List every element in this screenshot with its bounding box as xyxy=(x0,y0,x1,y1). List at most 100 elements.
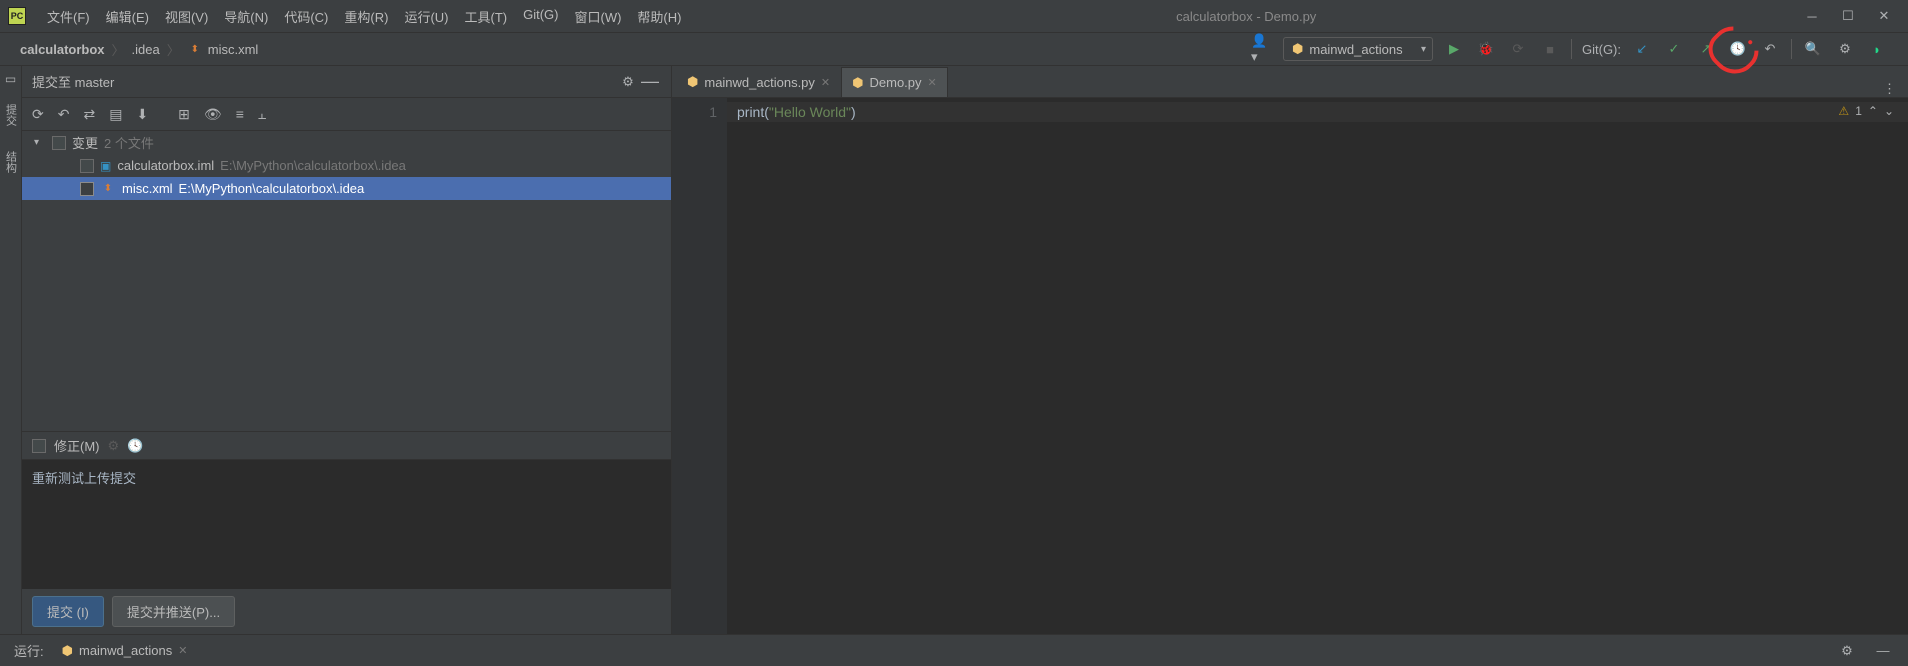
xml-file-icon: ⬍ xyxy=(100,181,116,197)
chevron-down-icon[interactable]: ▾ xyxy=(34,137,46,148)
navigation-bar: calculatorbox 〉 .idea 〉 ⬍ misc.xml 👤▾ ⬢ … xyxy=(0,33,1908,66)
minimize-icon[interactable]: ─ xyxy=(1804,8,1820,24)
group-icon[interactable]: ⊞ xyxy=(178,106,190,123)
shelve-icon[interactable]: ⬇ xyxy=(136,106,148,123)
commit-button[interactable]: 提交 (I) xyxy=(32,596,104,627)
xml-file-icon: ⬍ xyxy=(187,41,203,57)
run-tab-label: mainwd_actions xyxy=(79,643,172,658)
run-config-selector[interactable]: ⬢ mainwd_actions xyxy=(1283,37,1433,61)
file-row[interactable]: ⬍ misc.xml E:\MyPython\calculatorbox\.id… xyxy=(22,177,671,200)
commit-message-input[interactable]: 重新测试上传提交 xyxy=(22,459,671,589)
gear-icon[interactable]: ⚙ xyxy=(108,438,120,454)
app-icon: PC xyxy=(8,7,26,25)
close-icon[interactable]: ✕ xyxy=(1876,8,1892,24)
show-icon[interactable]: 👁 xyxy=(204,106,222,123)
run-label: 运行: xyxy=(14,641,44,660)
checkbox[interactable] xyxy=(52,136,66,150)
gear-icon[interactable]: ⚙ xyxy=(617,71,639,93)
amend-row: 修正(M) ⚙ 🕓 xyxy=(22,431,671,459)
tabs-more-icon[interactable]: ⋮ xyxy=(1871,81,1908,97)
menu-view[interactable]: 视图(V) xyxy=(158,4,215,29)
debug-button[interactable]: 🐞 xyxy=(1475,38,1497,60)
commit-tool-button[interactable]: 提交 xyxy=(3,101,19,129)
python-icon: ⬢ xyxy=(1292,41,1303,57)
maximize-icon[interactable]: ☐ xyxy=(1840,8,1856,24)
diff-icon[interactable]: ⇄ xyxy=(83,106,95,123)
menu-edit[interactable]: 编辑(E) xyxy=(99,4,156,29)
gear-icon[interactable]: ⚙ xyxy=(1836,640,1858,662)
breadcrumb-file[interactable]: ⬍ misc.xml xyxy=(187,41,259,57)
code-area[interactable]: print("Hello World") ⚠ 1 ⌃ ⌄ xyxy=(727,98,1908,634)
close-icon[interactable]: ✕ xyxy=(178,644,187,657)
commit-push-button[interactable]: 提交并推送(P)... xyxy=(112,596,235,627)
tab-label: Demo.py xyxy=(870,75,922,90)
python-icon: ⬢ xyxy=(852,75,863,91)
menu-navigate[interactable]: 导航(N) xyxy=(217,4,275,29)
amend-checkbox[interactable] xyxy=(32,439,46,453)
menu-run[interactable]: 运行(U) xyxy=(397,4,455,29)
editor-tabs: ⬢ mainwd_actions.py ✕ ⬢ Demo.py ✕ ⋮ xyxy=(672,66,1908,98)
menu-refactor[interactable]: 重构(R) xyxy=(337,4,395,29)
python-icon: ⬢ xyxy=(687,74,698,90)
coverage-button[interactable]: ⟳ xyxy=(1507,38,1529,60)
git-commit-button[interactable]: ✓ xyxy=(1663,38,1685,60)
window-title: calculatorbox - Demo.py xyxy=(688,9,1804,24)
checkbox[interactable] xyxy=(80,182,94,196)
title-bar: PC 文件(F) 编辑(E) 视图(V) 导航(N) 代码(C) 重构(R) 运… xyxy=(0,0,1908,33)
chevron-right-icon: 〉 xyxy=(167,40,180,59)
menu-code[interactable]: 代码(C) xyxy=(277,4,335,29)
git-revert-button[interactable]: ↶ xyxy=(1759,38,1781,60)
chevron-right-icon: 〉 xyxy=(112,40,125,59)
menu-help[interactable]: 帮助(H) xyxy=(630,4,688,29)
changes-label: 变更 xyxy=(72,133,98,152)
python-icon: ⬢ xyxy=(62,643,73,659)
menu-window[interactable]: 窗口(W) xyxy=(567,4,628,29)
search-button[interactable]: 🔍 xyxy=(1802,38,1824,60)
line-gutter: 1 xyxy=(672,98,727,634)
stop-button[interactable]: ■ xyxy=(1539,38,1561,60)
amend-label: 修正(M) xyxy=(54,436,100,455)
toolbox-button[interactable]: ◗ xyxy=(1866,38,1888,60)
file-name: calculatorbox.iml xyxy=(117,158,214,173)
git-push-button[interactable]: ↗ xyxy=(1695,38,1717,60)
changelist-icon[interactable]: ▤ xyxy=(109,106,122,123)
run-button[interactable]: ▶ xyxy=(1443,38,1465,60)
run-config-label: mainwd_actions xyxy=(1309,42,1402,57)
user-icon[interactable]: 👤▾ xyxy=(1251,38,1273,60)
git-history-button[interactable]: 🕓 xyxy=(1727,38,1749,60)
menu-file[interactable]: 文件(F) xyxy=(40,4,97,29)
expand-icon[interactable]: ≡ xyxy=(236,106,244,123)
collapse-icon[interactable]: ⫠ xyxy=(258,106,266,123)
structure-tool-button[interactable]: 结构 xyxy=(3,148,19,176)
file-path: E:\MyPython\calculatorbox\.idea xyxy=(220,158,406,173)
close-icon[interactable]: ✕ xyxy=(821,76,830,89)
line-number: 1 xyxy=(672,104,717,120)
refresh-icon[interactable]: ⟳ xyxy=(32,106,44,123)
file-name: misc.xml xyxy=(122,181,173,196)
run-tab[interactable]: ⬢ mainwd_actions ✕ xyxy=(54,641,196,661)
file-row[interactable]: ▣ calculatorbox.iml E:\MyPython\calculat… xyxy=(22,154,671,177)
checkbox[interactable] xyxy=(80,159,94,173)
git-update-button[interactable]: ↙ xyxy=(1631,38,1653,60)
hide-icon[interactable]: — xyxy=(639,71,661,93)
breadcrumb-project[interactable]: calculatorbox xyxy=(20,42,105,57)
editor-area: ⬢ mainwd_actions.py ✕ ⬢ Demo.py ✕ ⋮ 1 pr… xyxy=(672,66,1908,634)
settings-button[interactable]: ⚙ xyxy=(1834,38,1856,60)
menu-git[interactable]: Git(G) xyxy=(516,4,565,29)
project-tool-icon[interactable]: ▭ xyxy=(5,72,16,86)
tab-demo[interactable]: ⬢ Demo.py ✕ xyxy=(841,67,948,97)
separator xyxy=(1791,39,1792,59)
changes-group-row[interactable]: ▾ 变更 2 个文件 xyxy=(22,131,671,154)
changes-tree: ▾ 变更 2 个文件 ▣ calculatorbox.iml E:\MyPyth… xyxy=(22,131,671,431)
close-icon[interactable]: ✕ xyxy=(928,76,937,89)
history-icon[interactable]: 🕓 xyxy=(127,438,143,454)
file-path: E:\MyPython\calculatorbox\.idea xyxy=(179,181,365,196)
code-token-string: "Hello World" xyxy=(769,104,851,120)
tab-mainwd-actions[interactable]: ⬢ mainwd_actions.py ✕ xyxy=(676,67,841,97)
rollback-icon[interactable]: ↶ xyxy=(58,106,70,123)
editor-body[interactable]: 1 print("Hello World") ⚠ 1 ⌃ ⌄ xyxy=(672,98,1908,634)
left-tool-gutter: ▭ 提交 结构 xyxy=(0,66,22,634)
hide-icon[interactable]: — xyxy=(1872,640,1894,662)
breadcrumb-folder[interactable]: .idea xyxy=(132,42,160,57)
menu-tools[interactable]: 工具(T) xyxy=(457,4,514,29)
